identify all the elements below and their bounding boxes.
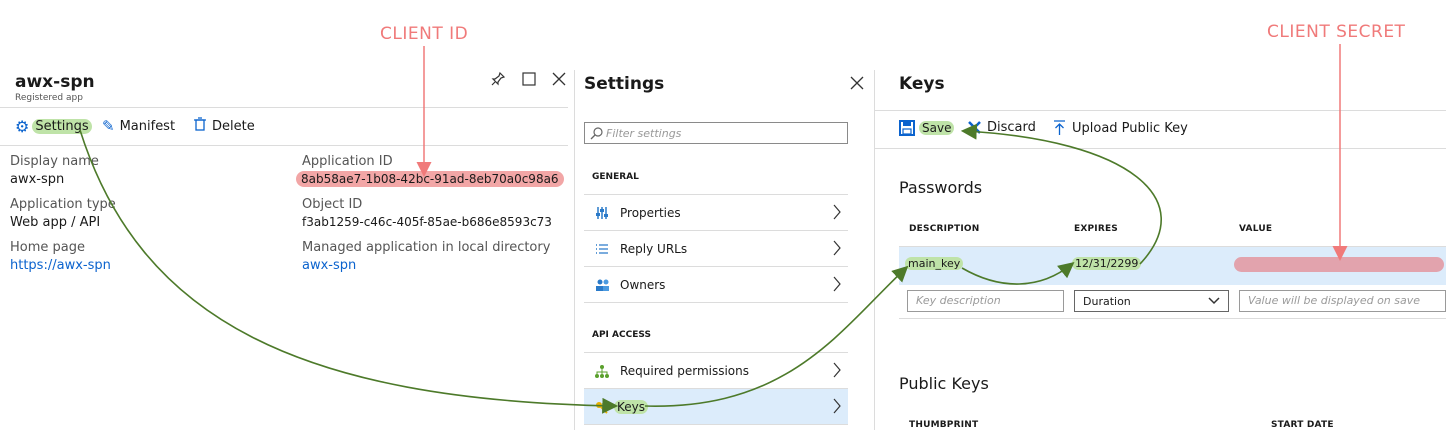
column-header-start-date: START DATE — [1271, 420, 1334, 430]
divider — [874, 148, 1446, 149]
filter-placeholder: Filter settings — [606, 126, 682, 140]
general-header: GENERAL — [592, 172, 639, 182]
sidebar-item-owners[interactable]: Owners — [584, 267, 848, 303]
required-permissions-label: Required permissions — [620, 363, 750, 378]
app-title: awx-spn — [15, 72, 95, 92]
client-secret-annotation: CLIENT SECRET — [1267, 22, 1406, 42]
home-page-label: Home page — [10, 240, 85, 255]
key-description-input[interactable]: Key description — [907, 290, 1064, 312]
sidebar-item-keys[interactable]: Keys — [584, 389, 848, 425]
save-icon — [899, 120, 915, 136]
chevron-right-icon — [832, 204, 842, 223]
close-icon[interactable] — [552, 71, 566, 90]
gear-icon: ⚙ — [15, 117, 30, 136]
key-value-redacted — [1234, 257, 1444, 272]
key-value-input[interactable]: Value will be displayed on save — [1239, 290, 1446, 312]
panel-divider — [574, 70, 575, 430]
settings-title: Settings — [584, 74, 665, 94]
managed-app-link[interactable]: awx-spn — [302, 258, 356, 273]
owners-label: Owners — [620, 277, 666, 292]
column-header-thumbprint: THUMBPRINT — [909, 420, 979, 430]
object-id-label: Object ID — [302, 197, 363, 212]
keys-title: Keys — [899, 74, 945, 94]
save-label: Save — [919, 121, 955, 135]
duration-select[interactable]: Duration — [1074, 290, 1229, 312]
x-icon — [967, 120, 982, 135]
api-access-header: API ACCESS — [592, 330, 651, 340]
public-keys-title: Public Keys — [899, 374, 989, 393]
column-header-description: DESCRIPTION — [909, 224, 980, 234]
application-id-label: Application ID — [302, 154, 393, 169]
divider — [899, 318, 1446, 319]
sidebar-item-required-permissions[interactable]: Required permissions — [584, 353, 848, 389]
people-icon — [594, 277, 610, 293]
search-icon — [590, 126, 603, 140]
key-expires-cell: 12/31/2299 — [1072, 257, 1142, 270]
filter-settings-input[interactable]: Filter settings — [584, 122, 848, 144]
chevron-right-icon — [832, 398, 842, 417]
key-description-cell: main_key — [905, 257, 964, 270]
maximize-icon[interactable] — [522, 71, 536, 90]
divider — [0, 145, 568, 146]
display-name-value: awx-spn — [10, 172, 65, 187]
duration-value: Duration — [1083, 294, 1131, 308]
upload-public-key-button[interactable]: Upload Public Key — [1053, 120, 1188, 136]
sidebar-item-properties[interactable]: Properties — [584, 195, 848, 231]
chevron-down-icon — [1208, 297, 1220, 305]
upload-icon — [1053, 120, 1066, 136]
upload-label: Upload Public Key — [1072, 120, 1188, 136]
reply-urls-label: Reply URLs — [620, 241, 688, 256]
app-subtitle: Registered app — [15, 93, 83, 103]
panel-divider — [874, 70, 875, 430]
chevron-right-icon — [832, 362, 842, 381]
pin-icon[interactable] — [490, 71, 506, 91]
application-id-value: 8ab58ae7-1b08-42bc-91ad-8eb70a0c98a6 — [296, 171, 564, 187]
manifest-label: Manifest — [119, 118, 176, 134]
delete-label: Delete — [212, 118, 255, 134]
managed-app-label: Managed application in local directory — [302, 240, 551, 255]
pencil-icon: ✎ — [102, 117, 115, 135]
divider — [874, 110, 1446, 111]
keys-label: Keys — [614, 399, 649, 414]
table-row[interactable]: main_key 12/31/2299 — [899, 247, 1446, 285]
passwords-title: Passwords — [899, 178, 983, 197]
network-icon — [594, 363, 610, 379]
list-icon — [594, 241, 610, 257]
column-header-value: VALUE — [1239, 224, 1273, 234]
discard-button[interactable]: Discard — [967, 120, 1036, 135]
close-icon[interactable] — [850, 75, 864, 94]
divider — [0, 107, 568, 108]
trash-icon — [194, 117, 206, 135]
client-id-annotation: CLIENT ID — [380, 24, 469, 44]
column-header-expires: EXPIRES — [1074, 224, 1118, 234]
object-id-value: f3ab1259-c46c-405f-85ae-b686e8593c73 — [302, 215, 552, 229]
chevron-right-icon — [832, 240, 842, 259]
settings-button[interactable]: ⚙ Settings — [15, 117, 92, 136]
delete-button[interactable]: Delete — [194, 117, 255, 135]
sidebar-item-reply-urls[interactable]: Reply URLs — [584, 231, 848, 267]
properties-label: Properties — [620, 205, 681, 220]
display-name-label: Display name — [10, 154, 99, 169]
save-button[interactable]: Save — [899, 120, 955, 136]
home-page-link[interactable]: https://awx-spn — [10, 258, 111, 273]
chevron-right-icon — [832, 276, 842, 295]
application-type-value: Web app / API — [10, 215, 101, 230]
key-icon — [594, 399, 610, 415]
sliders-icon — [594, 205, 610, 221]
application-type-label: Application type — [10, 197, 116, 212]
manifest-button[interactable]: ✎ Manifest — [102, 117, 175, 135]
expires-to-save-arrow — [960, 123, 1162, 265]
settings-label: Settings — [32, 119, 92, 134]
discard-label: Discard — [987, 120, 1036, 135]
